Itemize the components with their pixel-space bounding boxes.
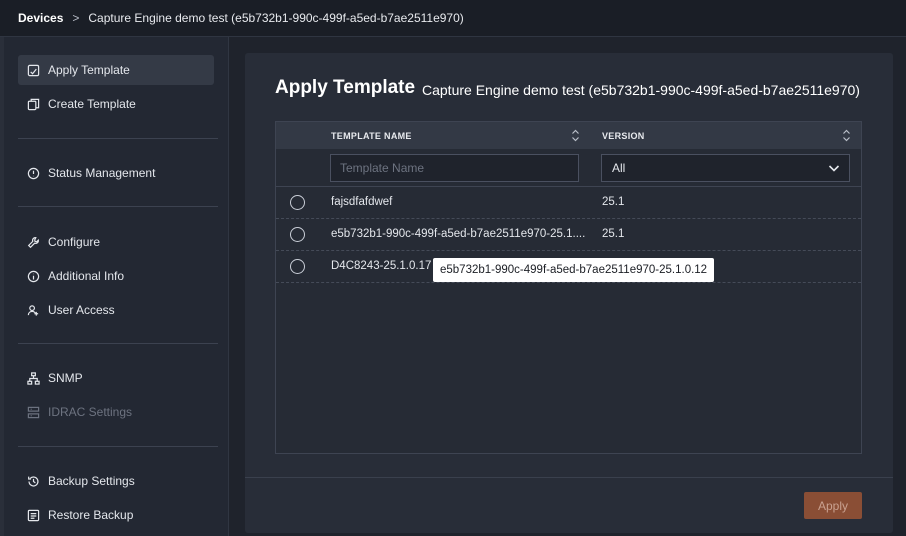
column-header-version[interactable]: VERSION: [602, 122, 645, 149]
sidebar-item-label: IDRAC Settings: [48, 405, 133, 419]
restore-icon: [26, 508, 40, 522]
sidebar-divider: [18, 446, 218, 447]
chevron-down-icon: [828, 162, 840, 174]
apply-template-panel: Apply Template Capture Engine demo test …: [245, 53, 893, 533]
column-header-template-name[interactable]: TEMPLATE NAME: [331, 122, 412, 149]
footer-divider: [245, 477, 893, 478]
version-cell: 25.1: [602, 196, 625, 208]
row-radio-button[interactable]: [290, 195, 305, 210]
filter-row: All: [276, 149, 861, 187]
row-radio-button[interactable]: [290, 227, 305, 242]
sidebar-item-backup-settings[interactable]: Backup Settings: [18, 466, 214, 496]
status-icon: [26, 166, 40, 180]
sidebar-item-label: Apply Template: [48, 63, 130, 77]
wrench-icon: [26, 235, 40, 249]
template-name-cell: e5b732b1-990c-499f-a5ed-b7ae2511e970-25.…: [331, 228, 586, 240]
sidebar-item-user-access[interactable]: User Access: [18, 295, 214, 325]
template-name-cell: D4C8243-25.1.0.17: [331, 260, 432, 272]
sidebar-item-restore-backup[interactable]: Restore Backup: [18, 500, 214, 530]
apply-template-icon: [26, 63, 40, 77]
breadcrumb: Devices > Capture Engine demo test (e5b7…: [0, 0, 906, 37]
sidebar-item-label: Status Management: [48, 166, 156, 180]
breadcrumb-separator-icon: >: [72, 11, 80, 25]
sidebar-item-label: Restore Backup: [48, 508, 134, 522]
version-cell: 25.1: [602, 228, 625, 240]
sidebar-item-label: User Access: [48, 303, 115, 317]
template-name-filter-input[interactable]: [330, 154, 579, 182]
sort-icon[interactable]: [571, 129, 580, 142]
sidebar-divider: [18, 206, 218, 207]
sidebar-divider: [18, 138, 218, 139]
sidebar-divider: [18, 343, 218, 344]
row-radio-button[interactable]: [290, 259, 305, 274]
device-subtitle: Capture Engine demo test (e5b732b1-990c-…: [422, 82, 860, 98]
info-icon: [26, 269, 40, 283]
sidebar-item-label: Backup Settings: [48, 474, 135, 488]
breadcrumb-current: Capture Engine demo test (e5b732b1-990c-…: [88, 11, 464, 25]
sidebar-item-status-management[interactable]: Status Management: [18, 158, 214, 188]
sidebar-item-idrac-settings: IDRAC Settings: [18, 397, 214, 427]
user-access-icon: [26, 303, 40, 317]
version-filter-select[interactable]: All: [601, 154, 850, 182]
sidebar-item-additional-info[interactable]: Additional Info: [18, 261, 214, 291]
table-header: TEMPLATE NAME VERSION: [276, 122, 861, 149]
version-filter-value: All: [612, 161, 626, 175]
network-icon: [26, 371, 40, 385]
server-icon: [26, 405, 40, 419]
table-row[interactable]: e5b732b1-990c-499f-a5ed-b7ae2511e970-25.…: [276, 219, 861, 251]
sidebar-item-apply-template[interactable]: Apply Template: [18, 55, 214, 85]
page-title: Apply Template: [275, 77, 416, 98]
create-template-icon: [26, 97, 40, 111]
history-icon: [26, 474, 40, 488]
breadcrumb-devices-link[interactable]: Devices: [18, 11, 63, 25]
sidebar-item-label: SNMP: [48, 371, 83, 385]
template-name-tooltip: e5b732b1-990c-499f-a5ed-b7ae2511e970-25.…: [433, 258, 715, 282]
template-table: TEMPLATE NAME VERSION All fajsdfafdwef 2…: [275, 121, 862, 454]
sidebar-item-label: Configure: [48, 235, 101, 249]
sidebar-item-label: Additional Info: [48, 269, 125, 283]
apply-button[interactable]: Apply: [804, 492, 862, 519]
sidebar-item-label: Create Template: [48, 97, 136, 111]
sidebar-item-create-template[interactable]: Create Template: [18, 89, 214, 119]
sidebar-item-configure[interactable]: Configure: [18, 227, 214, 257]
sort-icon[interactable]: [842, 129, 851, 142]
template-name-cell: fajsdfafdwef: [331, 196, 393, 208]
table-row[interactable]: fajsdfafdwef 25.1: [276, 187, 861, 219]
sidebar-item-snmp[interactable]: SNMP: [18, 363, 214, 393]
sidebar: Apply Template Create Template Status Ma…: [4, 37, 229, 536]
